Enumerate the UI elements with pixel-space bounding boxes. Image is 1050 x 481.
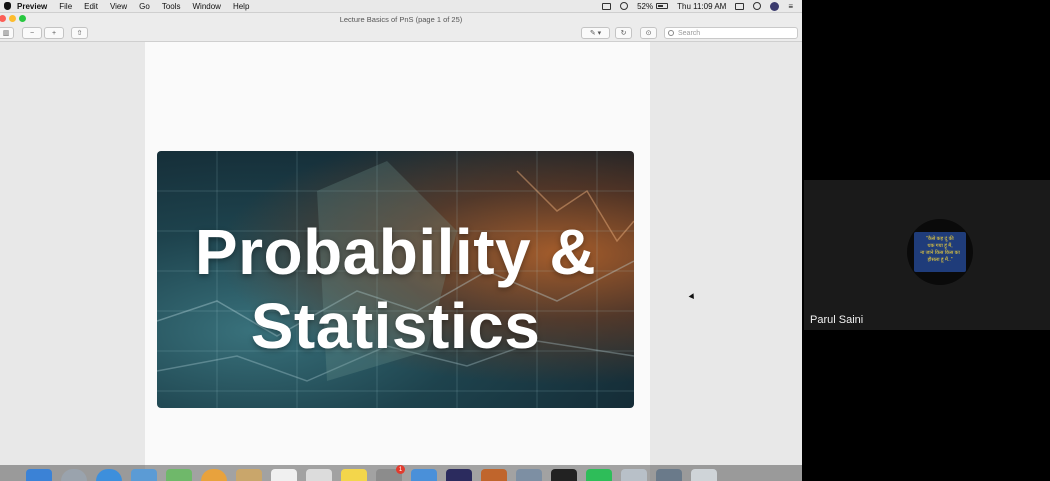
finder-dock-icon[interactable] bbox=[26, 469, 52, 481]
avatar-quote-line-1: "कैसे कह दूं की bbox=[926, 236, 954, 242]
slide-title-line-2: Statistics bbox=[250, 290, 541, 362]
search-field[interactable]: Search bbox=[664, 27, 798, 39]
documents-dock-icon[interactable] bbox=[656, 469, 682, 481]
launchpad-dock-icon[interactable] bbox=[61, 469, 87, 481]
slide-image: Probability & Statistics bbox=[157, 151, 634, 408]
downloads-dock-icon[interactable] bbox=[621, 469, 647, 481]
avatar-quote-line-4: हौसला हूं मैं.." bbox=[927, 257, 953, 263]
avatar-quote-card: "कैसे कह दूं की थक गया हूं मैं, ना जाने … bbox=[914, 232, 966, 272]
battery-icon bbox=[656, 3, 669, 9]
screen-share: Preview File Edit View Go Tools Window H… bbox=[0, 0, 802, 481]
window-title: Lecture Basics of PnS (page 1 of 25) bbox=[339, 15, 463, 24]
terminal-dock-icon[interactable] bbox=[551, 469, 577, 481]
menu-go[interactable]: Go bbox=[139, 2, 150, 11]
participant-video-tile[interactable]: "कैसे कह दूं की थक गया हूं मैं, ना जाने … bbox=[804, 180, 1050, 330]
apple-icon[interactable] bbox=[4, 2, 11, 10]
minimize-button[interactable] bbox=[9, 15, 16, 22]
menu-file[interactable]: File bbox=[59, 2, 72, 11]
mouse-pointer-icon bbox=[688, 293, 697, 301]
safari-dock-icon[interactable] bbox=[96, 469, 122, 481]
rotate-icon[interactable]: ↻ bbox=[615, 27, 632, 39]
app-store-dock-icon[interactable] bbox=[411, 469, 437, 481]
screen-mirror-icon[interactable] bbox=[602, 2, 612, 10]
menu-bar: Preview File Edit View Go Tools Window H… bbox=[0, 0, 802, 13]
mail-dock-icon[interactable] bbox=[131, 469, 157, 481]
calendar-dock-icon[interactable] bbox=[271, 469, 297, 481]
zoom-button[interactable] bbox=[19, 15, 26, 22]
menu-help[interactable]: Help bbox=[233, 2, 249, 11]
avatar-quote-line-3: ना जाने किस किस का bbox=[920, 250, 960, 256]
markup-toolbar-icon[interactable]: ⊙ bbox=[640, 27, 657, 39]
notification-badge: 1 bbox=[396, 465, 405, 474]
photos-dock-icon[interactable] bbox=[201, 469, 227, 481]
user-avatar-icon[interactable] bbox=[770, 1, 780, 11]
menu-app-name[interactable]: Preview bbox=[17, 2, 47, 11]
wifi-icon[interactable] bbox=[620, 2, 629, 10]
trash-dock-icon[interactable] bbox=[691, 469, 717, 481]
preview-dock-icon[interactable] bbox=[516, 469, 542, 481]
markup-pen-icon[interactable]: ✎ ▾ bbox=[581, 27, 610, 39]
ide-dock-icon[interactable] bbox=[446, 469, 472, 481]
partial-participant-strip bbox=[804, 466, 874, 481]
notification-center-icon[interactable]: ≡ bbox=[788, 2, 793, 11]
battery-percent: 52% bbox=[637, 1, 654, 11]
window-controls bbox=[0, 15, 26, 22]
close-button[interactable] bbox=[0, 15, 6, 22]
battery-status[interactable]: 52% bbox=[637, 1, 669, 11]
status-area: 52% Thu 11:09 AM ≡ bbox=[602, 1, 802, 11]
zoom-in-icon[interactable]: + bbox=[44, 27, 64, 39]
clock[interactable]: Thu 11:09 AM bbox=[677, 2, 726, 11]
system-preferences-dock-icon[interactable]: 1 bbox=[376, 465, 405, 481]
menu-window[interactable]: Window bbox=[193, 2, 221, 11]
participant-name: Parul Saini bbox=[810, 314, 864, 326]
avatar-quote-line-2: थक गया हूं मैं, bbox=[927, 243, 953, 249]
reminders-dock-icon[interactable] bbox=[306, 469, 332, 481]
search-placeholder: Search bbox=[678, 29, 701, 37]
search-icon bbox=[668, 30, 674, 36]
maps-dock-icon[interactable] bbox=[166, 469, 192, 481]
facetime-dock-icon[interactable] bbox=[586, 469, 612, 481]
dock: 1 bbox=[0, 465, 802, 481]
slide-title-line-1: Probability & bbox=[194, 216, 597, 288]
menu-view[interactable]: View bbox=[110, 2, 127, 11]
menu-tools[interactable]: Tools bbox=[162, 2, 181, 11]
preview-toolbar: ▥ − + ⇧ ✎ ▾ ↻ ⊙ Search bbox=[0, 26, 802, 42]
contacts-dock-icon[interactable] bbox=[236, 469, 262, 481]
notes-dock-icon[interactable] bbox=[341, 469, 367, 481]
share-icon[interactable]: ⇧ bbox=[71, 27, 88, 39]
zoom-out-icon[interactable]: − bbox=[22, 27, 42, 39]
window-title-bar: Lecture Basics of PnS (page 1 of 25) bbox=[0, 13, 802, 26]
display-icon[interactable] bbox=[735, 2, 745, 10]
spotlight-icon[interactable] bbox=[753, 2, 762, 10]
sidebar-toggle-icon[interactable]: ▥ bbox=[0, 27, 14, 39]
participant-avatar: "कैसे कह दूं की थक गया हूं मैं, ना जाने … bbox=[907, 219, 973, 285]
matlab-dock-icon[interactable] bbox=[481, 469, 507, 481]
menu-edit[interactable]: Edit bbox=[84, 2, 98, 11]
